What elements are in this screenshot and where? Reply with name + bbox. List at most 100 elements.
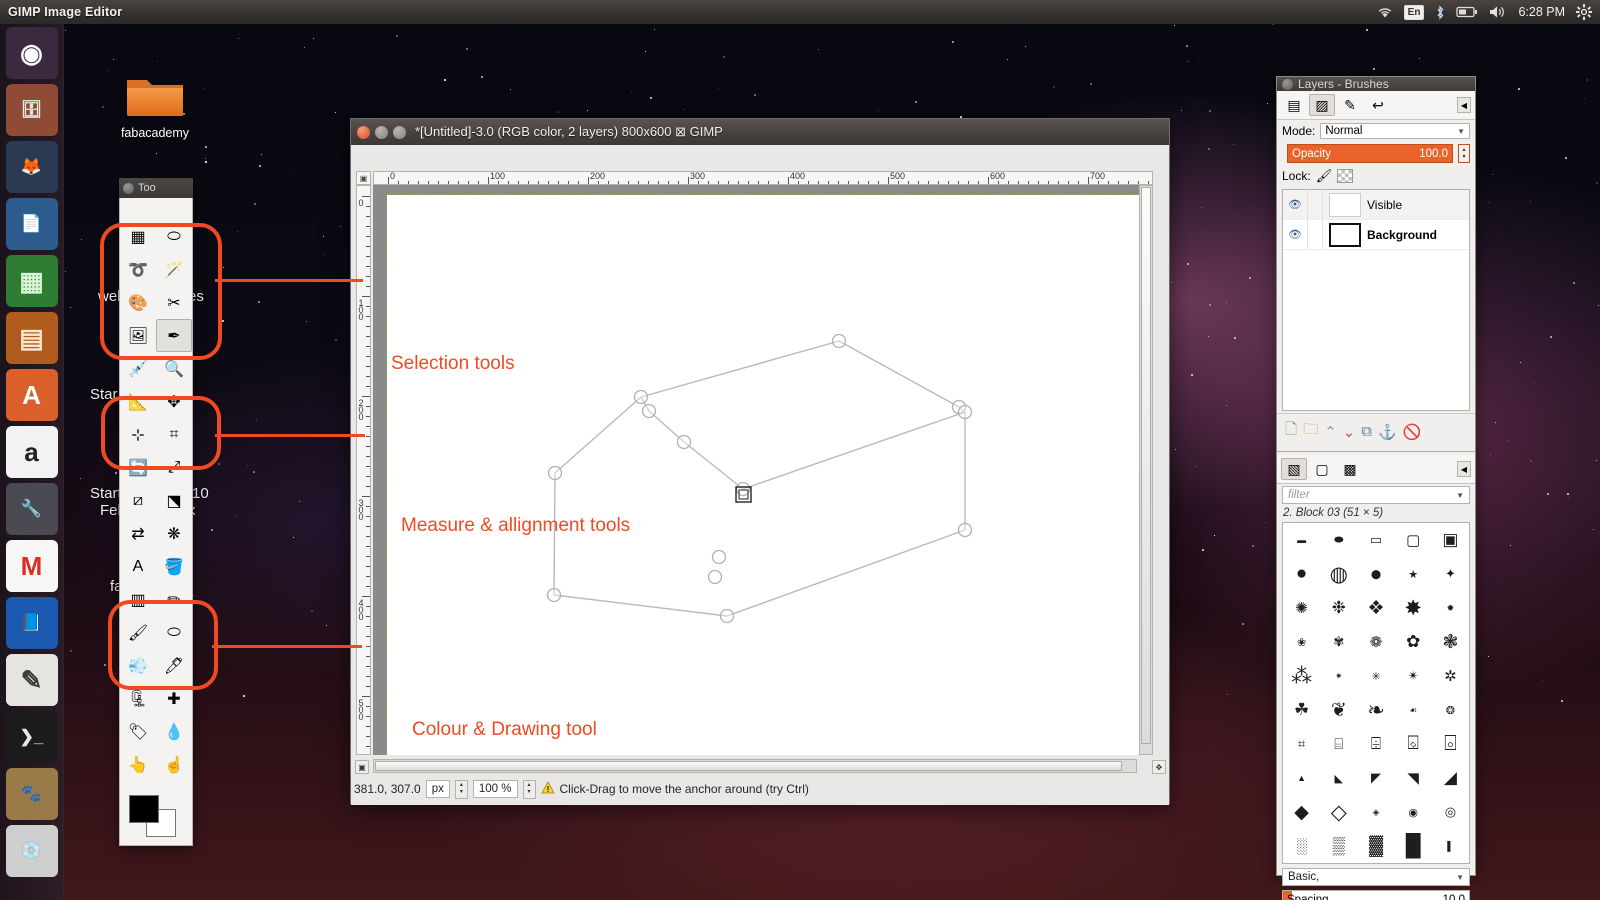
layer-list[interactable]: 👁 Visible 👁 Background bbox=[1282, 189, 1470, 411]
unit-selector[interactable]: px bbox=[425, 780, 450, 798]
brush-cell[interactable]: ✺ bbox=[1283, 591, 1320, 625]
brush-cell[interactable]: █ bbox=[1395, 829, 1432, 863]
launcher-item-libreoffice-impress[interactable]: ▤ bbox=[5, 312, 58, 364]
brush-cell[interactable]: ◍ bbox=[1320, 557, 1357, 591]
horizontal-scrollbar[interactable] bbox=[373, 759, 1137, 773]
brush-cell[interactable]: ❁ bbox=[1357, 625, 1394, 659]
brush-cell[interactable]: ◎ bbox=[1432, 795, 1469, 829]
launcher-item-firefox[interactable]: 🦊 bbox=[5, 141, 58, 193]
gimp-titlebar[interactable]: *[Untitled]-3.0 (RGB color, 2 layers) 80… bbox=[351, 119, 1169, 145]
keyboard-layout-indicator[interactable]: En bbox=[1403, 4, 1425, 20]
brush-cell[interactable]: ● bbox=[1283, 557, 1320, 591]
brush-cell[interactable]: ▭ bbox=[1357, 523, 1394, 557]
vector-path-overlay[interactable] bbox=[387, 195, 1153, 755]
launcher-item-google-docs[interactable]: 📘 bbox=[5, 597, 58, 649]
brush-cell[interactable]: ⁂ bbox=[1283, 659, 1320, 693]
bucket-fill-tool[interactable]: 🪣 bbox=[156, 550, 192, 583]
vertical-ruler[interactable]: 0 100 200 300 400 500 bbox=[356, 185, 371, 755]
volume-icon[interactable] bbox=[1489, 5, 1507, 19]
brush-cell[interactable]: ⬤ bbox=[1357, 557, 1394, 591]
launcher-item-amazon[interactable]: a bbox=[5, 426, 58, 478]
shear-tool[interactable]: ⧄ bbox=[120, 484, 156, 517]
brush-cell[interactable]: ❀ bbox=[1283, 625, 1320, 659]
lower-layer-button[interactable]: ⌄ bbox=[1343, 423, 1356, 441]
perspective-clone-tool[interactable]: 🏷 bbox=[120, 715, 156, 748]
brush-cell[interactable]: ▣ bbox=[1432, 523, 1469, 557]
maximize-button[interactable] bbox=[393, 125, 406, 139]
lock-alpha-icon[interactable] bbox=[1337, 169, 1354, 183]
brush-cell[interactable]: ✦ bbox=[1432, 557, 1469, 591]
brush-cell[interactable]: ☘ bbox=[1283, 693, 1320, 727]
gimp-image-window[interactable]: *[Untitled]-3.0 (RGB color, 2 layers) 80… bbox=[350, 118, 1170, 805]
brush-cell[interactable]: ⌻ bbox=[1432, 727, 1469, 761]
brush-cell[interactable]: ❧ bbox=[1357, 693, 1394, 727]
brush-cell[interactable]: ❦ bbox=[1320, 693, 1357, 727]
close-button[interactable] bbox=[357, 125, 370, 139]
launcher-item-gmail[interactable]: M bbox=[5, 540, 58, 592]
launcher-item-system-settings[interactable]: 🔧 bbox=[5, 483, 58, 535]
wifi-icon[interactable] bbox=[1377, 6, 1393, 19]
brush-set-combo[interactable]: Basic, ▼ bbox=[1282, 868, 1470, 886]
brush-cell[interactable]: ⌗ bbox=[1283, 727, 1320, 761]
minimize-button[interactable] bbox=[375, 125, 388, 139]
image-canvas[interactable]: Selection tools Measure & allignment too… bbox=[386, 194, 1153, 755]
clock[interactable]: 6:28 PM bbox=[1518, 5, 1565, 19]
brush-cell[interactable]: ❂ bbox=[1432, 693, 1469, 727]
launcher-item-files-nautilus[interactable]: 🗄 bbox=[5, 84, 58, 136]
brush-cell[interactable]: ✸ bbox=[1395, 591, 1432, 625]
brush-cell[interactable]: ◆ bbox=[1283, 795, 1320, 829]
anchor-layer-button[interactable]: ⚓ bbox=[1378, 423, 1397, 441]
layer-link-cell[interactable] bbox=[1307, 220, 1323, 249]
brush-cell[interactable]: ✹ bbox=[1432, 591, 1469, 625]
brush-cell[interactable]: ◥ bbox=[1395, 761, 1432, 795]
launcher-item-terminal[interactable]: ❯_ bbox=[5, 711, 58, 763]
quickmask-toggle-button[interactable]: ▣ bbox=[355, 760, 369, 774]
layer-row[interactable]: 👁 Visible bbox=[1283, 190, 1469, 220]
raise-layer-button[interactable]: ⌃ bbox=[1324, 423, 1337, 441]
launcher-item-disc-burner[interactable]: 💿 bbox=[5, 825, 58, 877]
brush-cell[interactable]: ☙ bbox=[1395, 693, 1432, 727]
mode-combo[interactable]: Normal ▼ bbox=[1320, 123, 1470, 139]
layer-row[interactable]: 👁 Background bbox=[1283, 220, 1469, 250]
fg-bg-color-area[interactable] bbox=[129, 795, 179, 839]
vertical-scrollbar-thumb[interactable] bbox=[1141, 187, 1151, 744]
blur-sharpen-tool[interactable]: 💧 bbox=[156, 715, 192, 748]
launcher-item-libreoffice-calc[interactable]: ▦ bbox=[5, 255, 58, 307]
layers-brushes-dock[interactable]: Layers - Brushes ▤ ▨ ✎ ↩ ◀ Mode: Normal ▼ Op… bbox=[1276, 76, 1476, 900]
brush-cell[interactable]: ░ bbox=[1283, 829, 1320, 863]
brush-cell[interactable]: ◈ bbox=[1357, 795, 1394, 829]
brush-dock-menu-button[interactable]: ◀ bbox=[1457, 461, 1471, 477]
brush-cell[interactable]: ◢ bbox=[1432, 761, 1469, 795]
brush-cell[interactable]: ⌹ bbox=[1357, 727, 1394, 761]
brush-grid[interactable]: ▬ ⬬ ▭ ▢ ▣ ● ◍ ⬤ ★ ✦ ✺ ❉ ❖ ✸ ✹ ❀ ✾ ❁ ✿ ❃ ⁂ ⁕ ✳ ✴ ✲ ☘ ❦ ❧ ☙ ❂ ⌗ ⌸ ⌹ ⌺ ⌻ ▲ ◣ ◤ ◥ ◢… bbox=[1282, 522, 1470, 864]
brush-cell[interactable]: ✿ bbox=[1395, 625, 1432, 659]
brush-cell[interactable]: ▌ bbox=[1432, 829, 1469, 863]
layer-visibility-icon[interactable]: 👁 bbox=[1283, 228, 1307, 241]
brush-cell[interactable]: ◇ bbox=[1320, 795, 1357, 829]
perspective-tool[interactable]: ⬔ bbox=[156, 484, 192, 517]
smudge-tool[interactable]: 👆 bbox=[120, 748, 156, 781]
brush-cell[interactable]: ✾ bbox=[1320, 625, 1357, 659]
opacity-spinner[interactable]: ▴ ▾ bbox=[1458, 144, 1470, 163]
tab-paths[interactable]: ✎ bbox=[1337, 94, 1363, 116]
brush-cell[interactable]: ▓ bbox=[1357, 829, 1394, 863]
duplicate-layer-button[interactable]: ⧉ bbox=[1361, 423, 1372, 440]
opacity-slider[interactable]: Opacity 100.0 bbox=[1287, 144, 1453, 163]
ruler-origin-button[interactable]: ▣ bbox=[356, 171, 371, 185]
desktop-folder-fabacademy[interactable]: fabacademy bbox=[110, 72, 200, 140]
dodge-burn-tool[interactable]: ☝ bbox=[156, 748, 192, 781]
tab-channels[interactable]: ▨ bbox=[1309, 94, 1335, 116]
text-tool[interactable]: A bbox=[120, 550, 156, 583]
brush-cell[interactable]: ❉ bbox=[1320, 591, 1357, 625]
tab-undo-history[interactable]: ↩ bbox=[1365, 94, 1391, 116]
zoom-level[interactable]: 100 % bbox=[472, 780, 518, 798]
battery-icon[interactable] bbox=[1456, 6, 1478, 18]
panel-app-title[interactable]: GIMP Image Editor bbox=[8, 5, 122, 19]
tab-patterns[interactable]: ▢ bbox=[1309, 458, 1335, 480]
brush-cell[interactable]: ✳ bbox=[1357, 659, 1394, 693]
layer-visibility-icon[interactable]: 👁 bbox=[1283, 198, 1307, 211]
tab-layers[interactable]: ▤ bbox=[1281, 94, 1307, 116]
launcher-item-gimp[interactable]: 🐾 bbox=[5, 768, 58, 820]
brush-cell[interactable]: ▬ bbox=[1283, 523, 1320, 557]
new-layer-button[interactable]: 🗋 bbox=[1285, 419, 1297, 444]
